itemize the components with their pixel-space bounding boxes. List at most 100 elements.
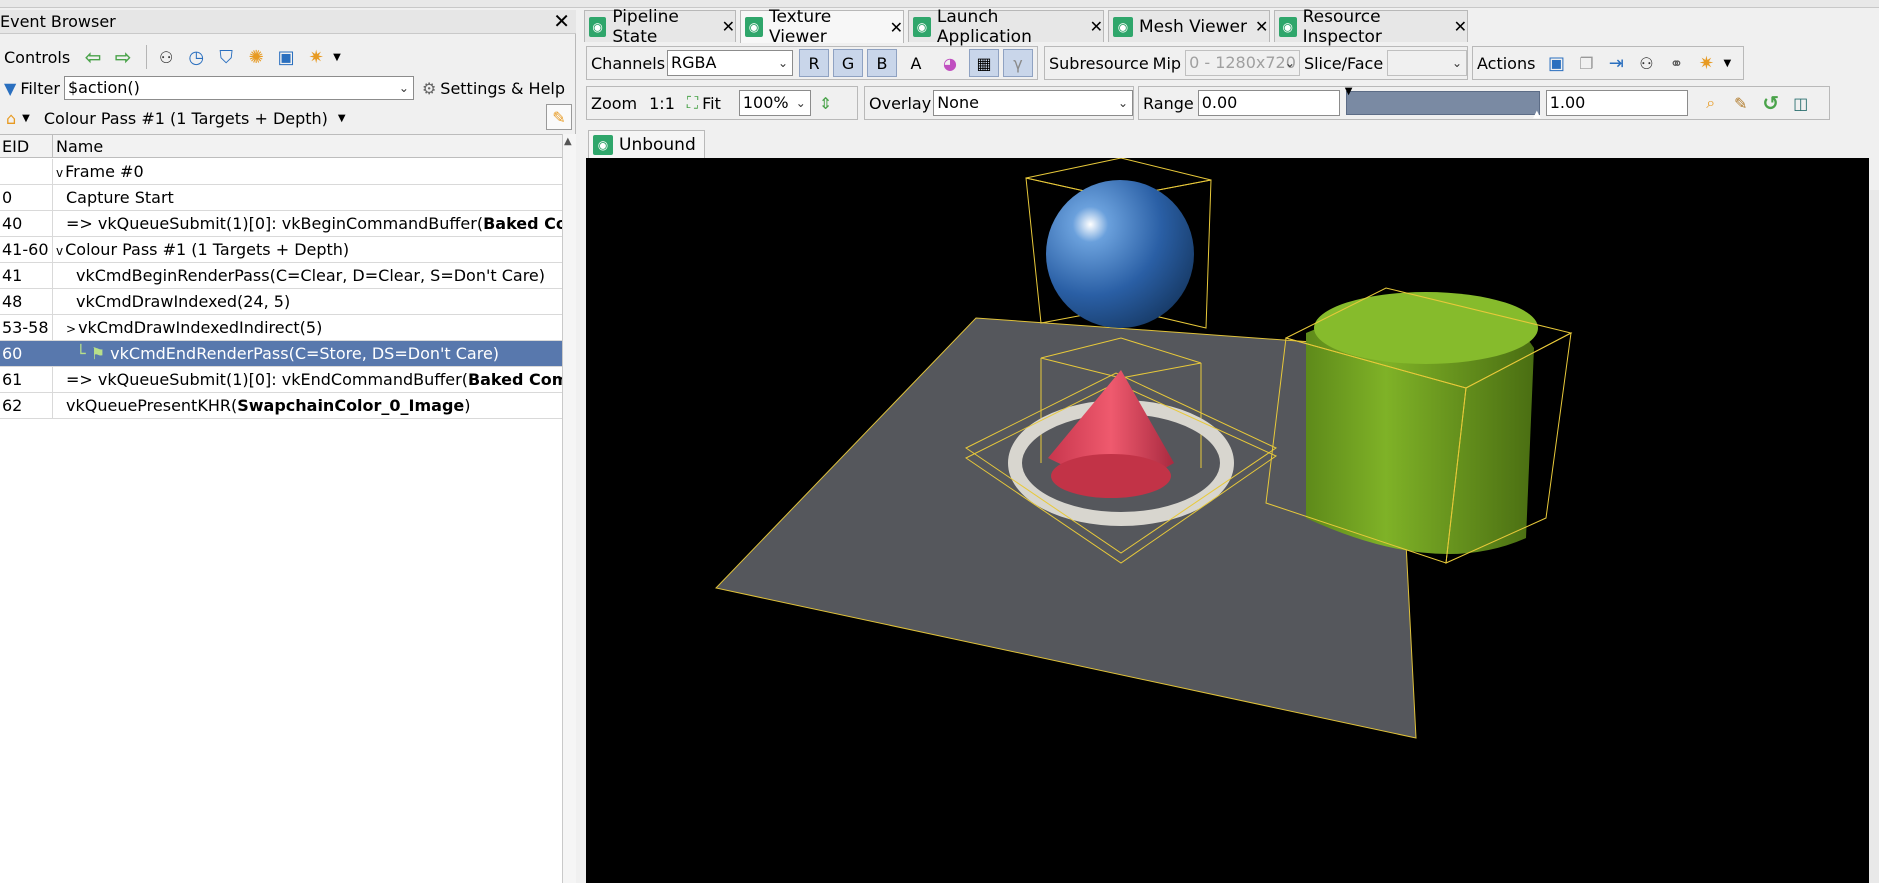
table-row[interactable]: 41 vkCmdBeginRenderPass(C=Clear, D=Clear,… [0,263,562,289]
chevron-down-icon[interactable]: v [56,166,63,180]
chevron-down-icon[interactable]: ⌄ [399,77,409,99]
table-row[interactable]: v Frame #0 [0,159,562,185]
link-icon[interactable]: ⚭ [1663,50,1689,76]
zoom-label: Zoom [591,93,638,113]
extension-icon[interactable]: ✷ [1693,50,1719,76]
channel-r-toggle[interactable]: R [799,49,830,77]
range-white-handle[interactable]: ▲ [1533,109,1541,120]
chevron-right-icon[interactable]: > [66,322,76,336]
column-header-name[interactable]: Name [56,137,103,156]
column-divider [52,393,53,418]
table-row[interactable]: 0 Capture Start [0,185,562,211]
range-min-input[interactable]: 0.00 [1197,90,1340,116]
row-resource-name[interactable]: Baked Comm [483,214,562,233]
binoculars-icon[interactable]: ⚇ [153,44,179,70]
overlay-select[interactable]: None ⌄ [933,90,1133,116]
scroll-up-icon[interactable]: ▲ [564,136,572,147]
range-black-handle[interactable]: ▼ [1345,86,1353,97]
goto-location-icon[interactable]: ⇥ [1603,50,1629,76]
range-max-input[interactable]: 1.00 [1545,90,1688,116]
channel-a-toggle[interactable]: A [901,49,931,77]
settings-help-button[interactable]: Settings & Help [440,79,565,98]
close-icon[interactable]: ✕ [1454,17,1467,36]
breadcrumb-item[interactable]: Colour Pass #1 (1 Targets + Depth) [44,109,328,128]
mip-select[interactable]: 0 - 1280x720 ⌄ [1185,50,1300,76]
tree-scrollbar[interactable]: ▲ [562,134,576,883]
actions-group: Actions ▣ ❐ ⇥ ⚇ ⚭ ✷ ▼ [1472,46,1744,80]
row-eid: 40 [2,214,23,233]
table-row[interactable]: 41-60 v Colour Pass #1 (1 Targets + Depth) [0,237,562,263]
clock-icon[interactable]: ◷ [183,44,209,70]
tab-texture-viewer[interactable]: ◉ Texture Viewer ✕ [740,7,904,47]
color-wheel-icon[interactable]: ◕ [935,49,965,77]
tab-pipeline-state[interactable]: ◉ Pipeline State ✕ [584,7,736,47]
chevron-down-icon[interactable]: ▼ [1723,58,1731,69]
extension-icon[interactable]: ✷ [303,44,329,70]
zoom-range-icon[interactable]: ⌕ [1698,90,1724,116]
zoom-select[interactable]: 100% ⌄ [738,90,811,116]
event-tree[interactable]: EID Name v Frame #0 0 Capture Start 40 => vkQ… [0,134,562,883]
chevron-down-icon[interactable]: v [56,244,63,258]
chevron-down-icon[interactable]: ⌄ [778,51,788,75]
gear-flower-icon[interactable]: ✺ [243,44,269,70]
tab-unbound[interactable]: ◉ Unbound [588,130,705,158]
arrow-right-icon[interactable]: ⇨ [110,44,136,70]
auto-fit-icon[interactable]: ✎ [1728,90,1754,116]
close-icon[interactable]: ✕ [553,10,570,32]
arrow-left-icon[interactable]: ⇦ [80,44,106,70]
chevron-down-icon[interactable]: ⌄ [1452,51,1462,75]
column-header-eid[interactable]: EID [2,137,29,156]
table-row[interactable]: 61 => vkQueueSubmit(1)[0]: vkEndCommandBu… [0,367,562,393]
zoom-1to1-button[interactable]: 1:1 [649,94,675,113]
flip-vertical-icon[interactable]: ⇕ [819,94,832,113]
row-text: => vkQueueSubmit(1)[0]: vkEndCommandBuff… [66,370,468,389]
row-name: └ ⚑ vkCmdEndRenderPass(C=Store, DS=Don't… [76,341,499,366]
chevron-down-icon[interactable]: ▼ [338,113,346,124]
edit-note-icon[interactable]: ✎ [546,104,572,130]
table-row[interactable]: 62 vkQueuePresentKHR(SwapchainColor_0_Ima… [0,393,562,419]
close-icon[interactable]: ✕ [890,18,903,37]
save-icon[interactable]: ▣ [1543,50,1569,76]
channel-b-toggle[interactable]: B [867,49,898,77]
tab-resource-inspector[interactable]: ◉ Resource Inspector ✕ [1274,7,1468,47]
chevron-down-icon[interactable]: ⌄ [1285,51,1295,75]
binoculars-icon[interactable]: ⚇ [1633,50,1659,76]
range-slider[interactable]: ▼ ▲ [1345,86,1541,120]
histogram-icon[interactable]: ◫ [1788,90,1814,116]
table-row[interactable]: 48 vkCmdDrawIndexed(24, 5) [0,289,562,315]
checkerboard-icon[interactable]: ▦ [969,49,1000,77]
gear-icon[interactable]: ⚙ [422,79,436,98]
viewer-scrollbar[interactable] [1869,190,1879,883]
bookmark-icon[interactable]: ⛉ [213,44,239,70]
save-icon[interactable]: ▣ [273,44,299,70]
row-resource-name[interactable]: SwapchainColor_0_Image [237,396,464,415]
close-icon[interactable]: ✕ [1255,17,1268,36]
channels-select[interactable]: RGBA ⌄ [667,50,794,76]
filter-input[interactable]: $action() ⌄ [63,76,414,100]
close-icon[interactable]: ✕ [722,17,735,36]
tab-launch-application[interactable]: ◉ Launch Application ✕ [908,7,1104,47]
fit-button[interactable]: Fit [702,94,721,113]
controls-label: Controls [4,47,71,67]
reset-icon[interactable]: ↺ [1758,90,1784,116]
channel-g-toggle[interactable]: G [833,49,864,77]
chevron-down-icon[interactable]: ⌄ [796,91,806,115]
copy-icon[interactable]: ❐ [1573,50,1599,76]
table-row[interactable]: 60 └ ⚑ vkCmdEndRenderPass(C=Store, DS=Don… [0,341,562,367]
table-row[interactable]: 53-58 > vkCmdDrawIndexedIndirect(5) [0,315,562,341]
table-row[interactable]: 40 => vkQueueSubmit(1)[0]: vkBeginCommand… [0,211,562,237]
subresource-label: Subresource [1049,53,1149,73]
row-resource-name[interactable]: Baked Comman [468,370,562,389]
tab-mesh-viewer[interactable]: ◉ Mesh Viewer ✕ [1108,10,1270,42]
home-icon[interactable]: ⌂ [6,109,16,128]
chevron-down-icon[interactable]: ▼ [22,113,30,124]
column-divider [52,237,53,262]
filter-label: Filter [20,78,60,98]
fit-icon[interactable]: ⛶ [687,93,698,113]
texture-display[interactable] [586,157,1869,883]
gamma-icon[interactable]: γ [1003,49,1034,77]
slice-face-select[interactable]: ⌄ [1387,50,1467,76]
chevron-down-icon[interactable]: ⌄ [1118,91,1128,115]
chevron-down-icon[interactable]: ▼ [333,52,341,63]
close-icon[interactable]: ✕ [1090,17,1103,36]
